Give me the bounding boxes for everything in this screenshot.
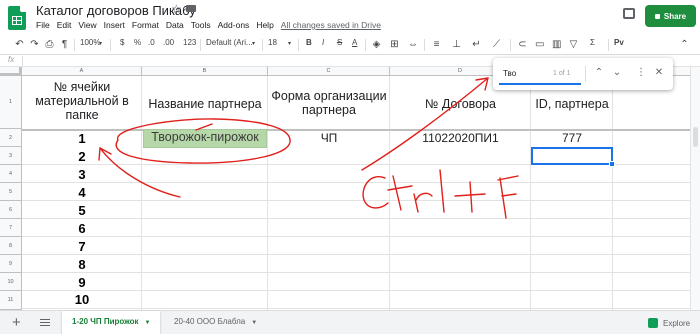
find-result-count: 1 of 1 bbox=[553, 70, 571, 77]
spreadsheet-window: { "header": { "title": "Каталог договоро… bbox=[0, 0, 700, 334]
annotation-arrow-to-find bbox=[361, 77, 489, 171]
find-next-icon[interactable]: ⌄ bbox=[611, 67, 623, 79]
explore-label: Explore bbox=[663, 318, 691, 328]
find-divider bbox=[585, 66, 586, 82]
explore-icon bbox=[648, 318, 658, 328]
annotation-letter-t bbox=[387, 175, 413, 211]
find-close-icon[interactable]: ✕ bbox=[653, 67, 665, 79]
annotation-plus bbox=[454, 181, 486, 213]
annotation-arrow-to-a bbox=[99, 147, 181, 198]
sheet-tab-1[interactable]: 1-20 ЧП Пирожок ▼ bbox=[62, 311, 160, 334]
chevron-down-icon[interactable]: ▼ bbox=[145, 320, 151, 326]
sheet-tab-2-label: 20-40 ООО Блабла bbox=[174, 317, 246, 326]
annotation-dash bbox=[195, 123, 213, 131]
sheet-tab-2[interactable]: 20-40 ООО Блабла ▼ bbox=[164, 311, 264, 334]
find-more-options-icon[interactable]: ⋮ bbox=[635, 67, 647, 79]
find-dialog: 1 of 1 ⌃ ⌄ ⋮ ✕ bbox=[493, 58, 673, 90]
add-sheet-button[interactable]: + bbox=[12, 314, 21, 331]
find-previous-icon[interactable]: ⌃ bbox=[593, 67, 605, 79]
explore-button[interactable]: Explore bbox=[648, 316, 696, 330]
annotation-letter-c bbox=[362, 176, 389, 209]
annotation-letter-l bbox=[439, 169, 445, 213]
sheet-tab-1-label: 1-20 ЧП Пирожок bbox=[72, 317, 139, 326]
chevron-down-icon[interactable]: ▼ bbox=[251, 320, 257, 326]
annotation-oval bbox=[115, 118, 291, 164]
sheet-tab-bar: + 1-20 ЧП Пирожок ▼ 20-40 ООО Блабла ▼ Exp… bbox=[0, 310, 700, 334]
all-sheets-icon[interactable] bbox=[40, 319, 50, 326]
annotation-overlay bbox=[98, 77, 519, 219]
annotation-letter-r bbox=[413, 192, 433, 213]
annotation-letter-f bbox=[497, 175, 519, 219]
